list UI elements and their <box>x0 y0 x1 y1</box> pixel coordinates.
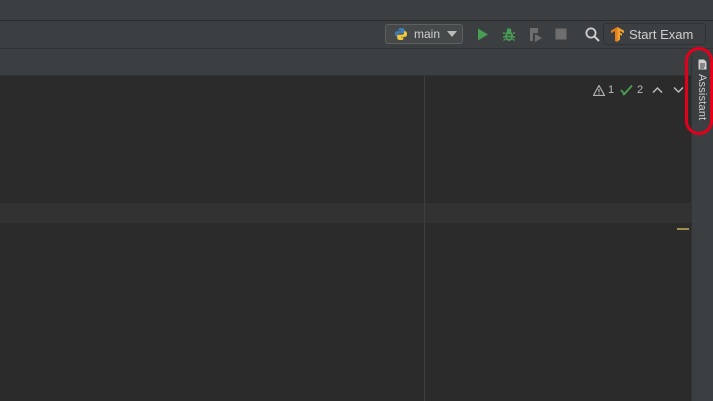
warnings-number: 1 <box>608 84 615 96</box>
run-configuration-selector[interactable]: main <box>385 24 463 44</box>
next-highlighted-error-button[interactable] <box>673 83 684 97</box>
debug-icon <box>502 27 516 42</box>
search-icon <box>585 27 600 42</box>
weak-warnings-count[interactable]: 2 <box>620 83 643 97</box>
warnings-count[interactable]: 1 <box>593 83 614 97</box>
code-editor[interactable] <box>0 76 691 401</box>
chevron-up-icon <box>652 86 663 94</box>
run-configuration-label: main <box>414 27 441 41</box>
run-icon <box>477 28 489 41</box>
highlight-annotation <box>685 47 713 135</box>
current-line-highlight <box>0 203 691 223</box>
python-icon <box>394 27 408 41</box>
tensorflow-icon <box>611 26 624 42</box>
stop-icon <box>555 28 567 40</box>
warning-icon <box>593 84 605 96</box>
search-everywhere-button[interactable] <box>584 26 600 42</box>
chevron-down-icon <box>673 86 684 94</box>
stop-button[interactable] <box>553 26 569 42</box>
run-button[interactable] <box>475 26 491 42</box>
error-stripe-mark[interactable] <box>677 228 689 230</box>
weak-warnings-number: 2 <box>637 84 644 96</box>
double-check-icon <box>620 84 634 96</box>
start-exam-button[interactable]: Start Exam <box>603 23 706 45</box>
previous-highlighted-error-button[interactable] <box>652 83 663 97</box>
start-exam-label: Start Exam <box>629 26 694 42</box>
chevron-down-icon <box>447 31 457 37</box>
run-with-coverage-icon <box>528 27 543 42</box>
editor-tabs-bar <box>0 49 691 76</box>
title-bar <box>0 0 713 21</box>
run-with-coverage-button[interactable] <box>527 26 543 42</box>
debug-button[interactable] <box>501 26 517 42</box>
right-margin-guide <box>424 76 425 401</box>
